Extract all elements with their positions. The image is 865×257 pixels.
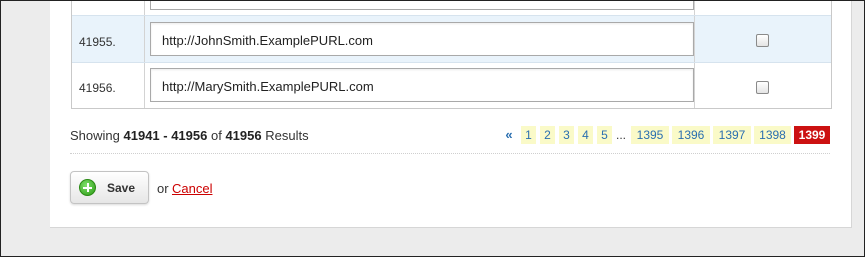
table-row: 41956. http://MarySmith.ExamplePURL.com: [72, 63, 831, 108]
or-text: or: [157, 181, 169, 196]
page-link[interactable]: 1397: [713, 126, 751, 144]
page-link[interactable]: 1395: [631, 126, 669, 144]
url-field-partial[interactable]: [150, 1, 694, 10]
cancel-link[interactable]: Cancel: [172, 181, 212, 196]
row-number: 41956.: [79, 81, 116, 95]
table-row: 41955. http://JohnSmith.ExamplePURL.com: [72, 15, 831, 63]
current-page: 1399: [794, 126, 830, 144]
save-button[interactable]: Save: [70, 171, 149, 204]
page-link[interactable]: 1398: [754, 126, 791, 144]
page-link[interactable]: 1: [521, 126, 536, 144]
url-field[interactable]: http://MarySmith.ExamplePURL.com: [150, 68, 694, 102]
results-summary: Showing 41941 - 41956 of 41956 Results: [70, 128, 309, 143]
column-divider: [694, 1, 695, 15]
pagination-ellipsis: ...: [615, 128, 626, 142]
url-field-value: http://MarySmith.ExamplePURL.com: [162, 79, 374, 94]
url-field-value: http://JohnSmith.ExamplePURL.com: [162, 33, 373, 48]
column-divider: [144, 63, 145, 108]
results-total: 41956: [225, 128, 262, 143]
page-link[interactable]: 5: [597, 126, 612, 144]
divider: [70, 153, 830, 154]
prev-page-link[interactable]: «: [502, 126, 516, 144]
url-field[interactable]: http://JohnSmith.ExamplePURL.com: [150, 22, 694, 56]
window-frame: 41955. http://JohnSmith.ExamplePURL.com …: [0, 0, 865, 257]
row-checkbox[interactable]: [756, 34, 769, 47]
column-divider: [694, 63, 695, 108]
save-button-label: Save: [107, 181, 136, 195]
row-number: 41955.: [79, 35, 116, 49]
results-range: 41941 - 41956: [123, 128, 208, 143]
page-link[interactable]: 4: [578, 126, 593, 144]
content-panel: 41955. http://JohnSmith.ExamplePURL.com …: [50, 1, 852, 228]
results-suffix: Results: [265, 128, 309, 143]
page-link[interactable]: 2: [540, 126, 555, 144]
column-divider: [694, 16, 695, 62]
page-link[interactable]: 1396: [672, 126, 710, 144]
column-divider: [144, 16, 145, 62]
table-row-partial: [72, 1, 831, 15]
plus-icon: [79, 179, 96, 196]
results-prefix: Showing: [70, 128, 120, 143]
page-link[interactable]: 3: [559, 126, 574, 144]
row-checkbox[interactable]: [756, 81, 769, 94]
column-divider: [144, 1, 145, 15]
purl-table: 41955. http://JohnSmith.ExamplePURL.com …: [71, 1, 832, 109]
results-of: of: [210, 128, 222, 143]
